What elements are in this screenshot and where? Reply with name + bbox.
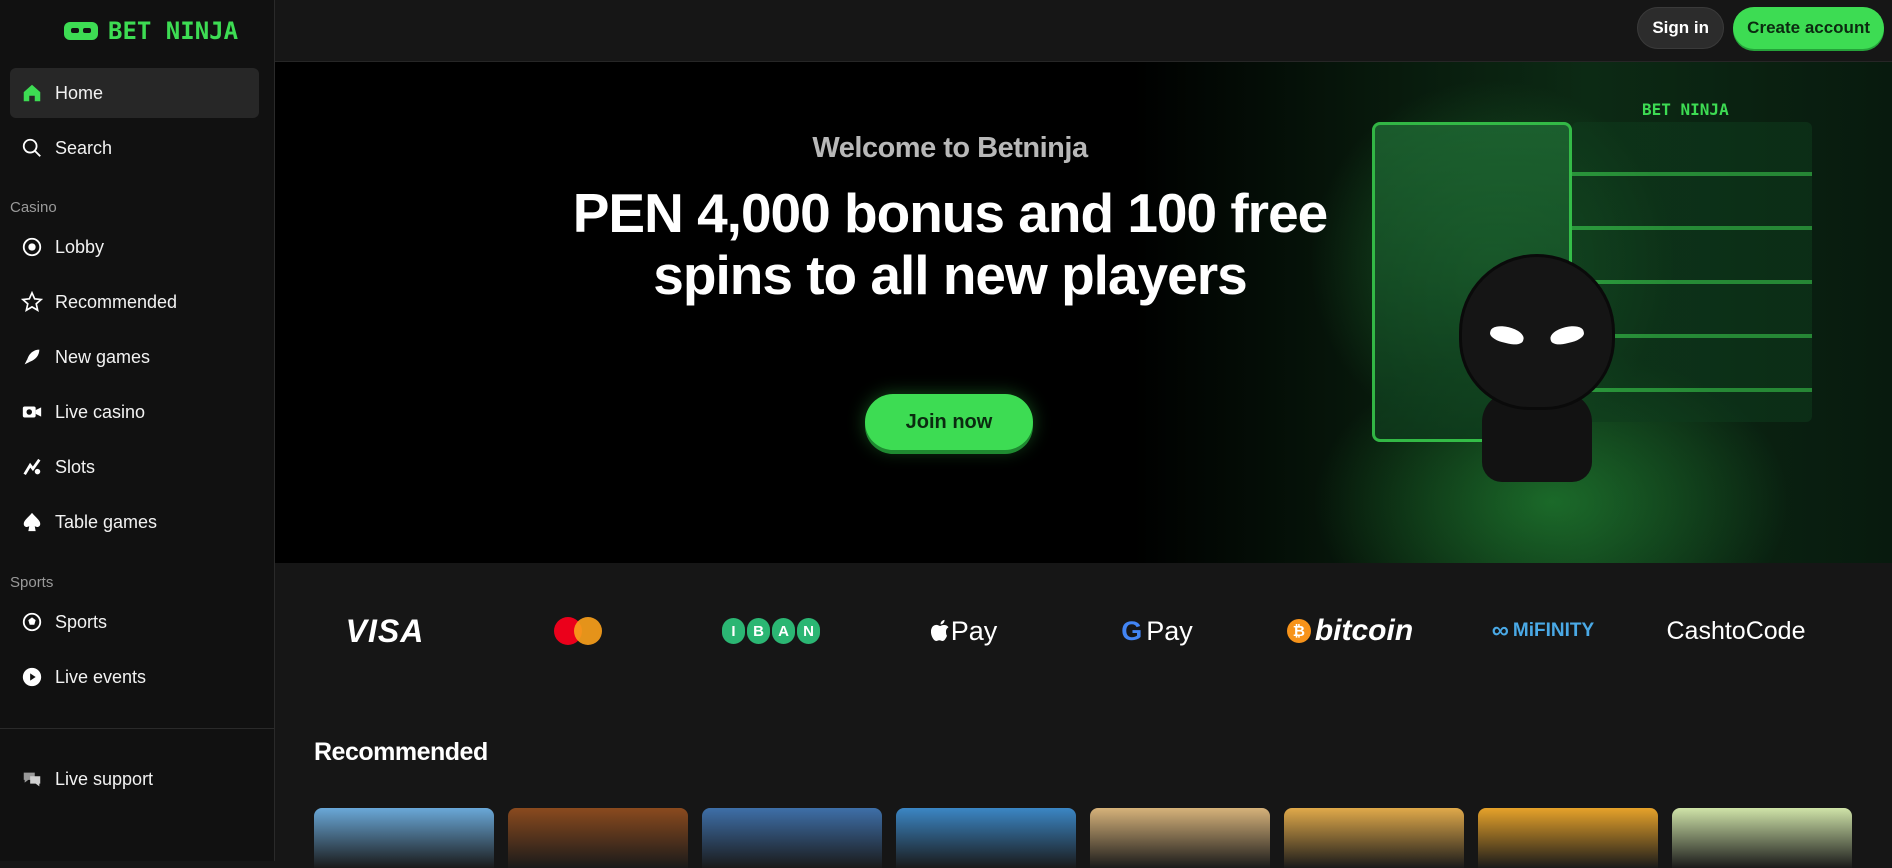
brand-name: BET NINJA	[108, 17, 239, 45]
sidebar-item-label: Table games	[55, 511, 158, 532]
section-label-casino: Casino	[10, 199, 57, 216]
shop-sign: BET NINJA	[1642, 100, 1729, 119]
slots-icon	[20, 455, 44, 479]
sidebar-item-recommended[interactable]: Recommended	[10, 277, 259, 327]
camera-icon	[20, 400, 44, 424]
google-pay-label: Pay	[1146, 615, 1193, 646]
chat-icon	[20, 767, 44, 791]
hero-banner: BET NINJA Welcome to Betninja PEN 4,000 …	[275, 62, 1892, 563]
sign-in-button[interactable]: Sign in	[1637, 7, 1724, 49]
sidebar-item-live-casino[interactable]: Live casino	[10, 387, 259, 437]
ninja-mascot	[1452, 257, 1622, 487]
sidebar-item-label: Slots	[55, 456, 96, 477]
apple-pay-label: Pay	[950, 615, 998, 646]
game-tile[interactable]	[1090, 808, 1270, 868]
spade-icon	[20, 510, 44, 534]
section-label-sports: Sports	[10, 574, 54, 591]
cashtocode-logo: CashtoCode	[1666, 616, 1806, 645]
google-g-icon: G	[1121, 615, 1143, 646]
mastercard-icon	[554, 617, 602, 645]
sidebar-item-sports[interactable]: Sports	[10, 597, 259, 647]
bitcoin-icon: ₿	[1286, 619, 1311, 643]
sidebar-divider	[0, 728, 275, 729]
sidebar: BET NINJA Home Search Casino Lobby Recom…	[0, 0, 275, 861]
join-now-button[interactable]: Join now	[865, 394, 1033, 450]
mifinity-label: MiFINITY	[1512, 620, 1595, 641]
payment-methods: VISA IBAN Pay G Pay ₿ bitcoin ∞ MiFINITY…	[275, 563, 1892, 703]
sidebar-item-label: Live support	[55, 768, 154, 789]
sidebar-item-label: Search	[55, 137, 113, 158]
top-bar: Sign in Create account	[275, 0, 1892, 62]
sidebar-item-label: Home	[55, 82, 104, 103]
ninja-mask-icon	[64, 22, 98, 40]
visa-logo: VISA	[345, 612, 425, 649]
mastercard-logo	[503, 611, 653, 651]
apple-icon	[930, 619, 949, 641]
sidebar-item-home[interactable]: Home	[10, 68, 259, 118]
ball-icon	[20, 610, 44, 634]
mifinity-logo: ∞ MiFINITY	[1468, 611, 1618, 651]
apple-pay-logo: Pay	[889, 611, 1039, 651]
game-tile[interactable]	[896, 808, 1076, 868]
sidebar-item-label: New games	[55, 346, 151, 367]
brand-logo[interactable]: BET NINJA	[64, 16, 238, 46]
sidebar-item-label: Lobby	[55, 236, 105, 257]
sidebar-item-table-games[interactable]: Table games	[10, 497, 259, 547]
hero-welcome: Welcome to Betninja	[812, 132, 1088, 164]
sidebar-item-label: Sports	[55, 611, 108, 632]
sidebar-item-label: Recommended	[55, 291, 178, 312]
play-icon	[20, 665, 44, 689]
sidebar-item-new-games[interactable]: New games	[10, 332, 259, 382]
game-tile[interactable]	[1284, 808, 1464, 868]
bitcoin-logo: ₿ bitcoin	[1275, 611, 1425, 651]
game-tile[interactable]	[702, 808, 882, 868]
game-tile[interactable]	[314, 808, 494, 868]
game-tile[interactable]	[508, 808, 688, 868]
sidebar-item-search[interactable]: Search	[10, 123, 259, 173]
create-account-button[interactable]: Create account	[1733, 7, 1884, 49]
sidebar-item-live-support[interactable]: Live support	[10, 754, 259, 804]
star-icon	[20, 290, 44, 314]
iban-logo: IBAN	[696, 611, 846, 651]
iban-badge: IBAN	[722, 618, 820, 644]
sidebar-item-live-events[interactable]: Live events	[10, 652, 259, 702]
google-pay-logo: G Pay	[1082, 611, 1232, 651]
bitcoin-label: bitcoin	[1314, 614, 1414, 647]
rocket-icon	[20, 345, 44, 369]
sidebar-item-slots[interactable]: Slots	[10, 442, 259, 492]
sidebar-item-label: Live casino	[55, 401, 146, 422]
sidebar-item-label: Live events	[55, 666, 147, 687]
home-icon	[20, 81, 44, 105]
search-icon	[20, 136, 44, 160]
game-tile[interactable]	[1672, 808, 1852, 868]
hero-headline: PEN 4,000 bonus and 100 free spins to al…	[572, 182, 1329, 306]
game-tile[interactable]	[1478, 808, 1658, 868]
recommended-heading: Recommended	[314, 738, 488, 766]
sidebar-item-lobby[interactable]: Lobby	[10, 222, 259, 272]
lobby-icon	[20, 235, 44, 259]
infinity-icon: ∞	[1491, 617, 1509, 644]
